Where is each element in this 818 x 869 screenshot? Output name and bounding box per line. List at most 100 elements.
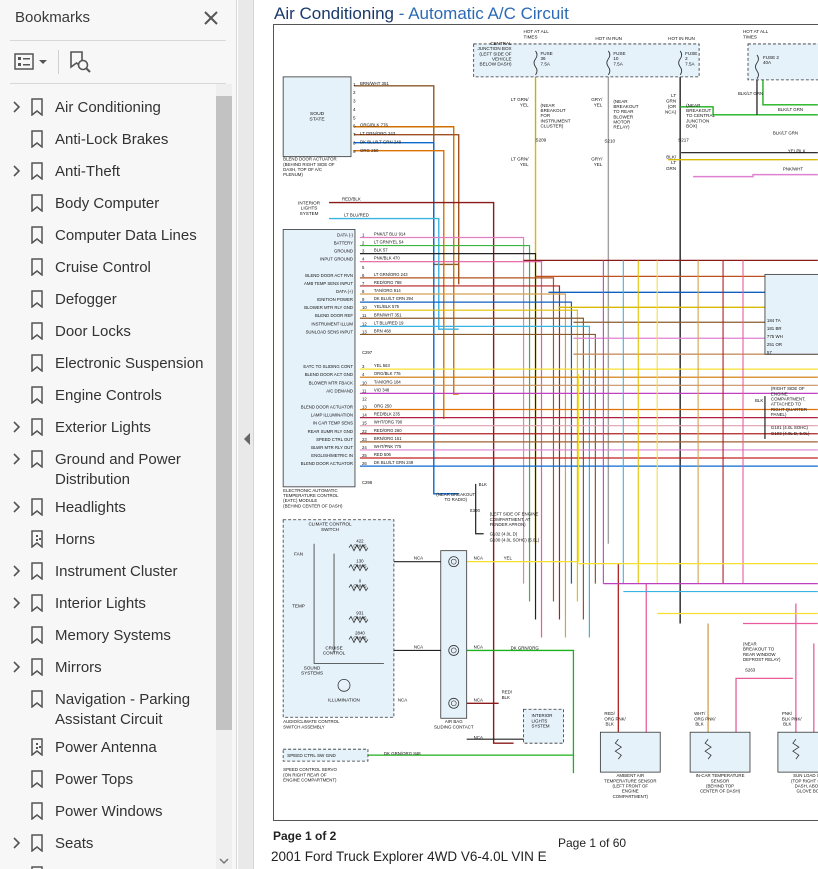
module-caption: SPEED CONTROL SERVO (ON RIGHT REAR OF ENGI…: [283, 767, 337, 782]
chevron-right-icon[interactable]: [9, 420, 23, 434]
bookmark-label: Anti-Lock Brakes: [55, 131, 169, 148]
bookmark-item[interactable]: Memory Systems: [0, 626, 214, 654]
wire-pnk-wht: [693, 173, 818, 178]
wire-label: NCA: [414, 644, 423, 649]
module-caption: AUDIO/CLIMATE CONTROL SWITCH ASSEMBLY: [283, 719, 340, 729]
pin-number: 5: [362, 265, 365, 270]
bookmark-item[interactable]: Horns: [0, 530, 214, 558]
bookmark-label: Cruise Control: [55, 259, 151, 276]
connector-id: C298: [362, 480, 373, 485]
bookmark-icon: [31, 834, 43, 852]
bookmarks-title: Bookmarks: [15, 9, 91, 26]
chevron-right-icon[interactable]: [9, 564, 23, 578]
bookmark-item[interactable]: Air Conditioning: [0, 98, 214, 126]
bookmark-item[interactable]: Mirrors: [0, 658, 214, 686]
bookmark-item[interactable]: Cruise Control: [0, 258, 214, 286]
bookmark-item[interactable]: Exterior Lights: [0, 418, 214, 446]
module-label: AIR BAG SLIDING CONTACT: [434, 719, 474, 729]
wire-label: BLK: [479, 482, 487, 487]
close-icon[interactable]: [201, 8, 221, 28]
eatc-input: EATC TO SLIDING CONT: [303, 364, 353, 369]
bookmark-item[interactable]: Power Tops: [0, 770, 214, 798]
wire-label: PNK/LT BLU 914: [374, 231, 406, 236]
ground-id: G102 (4.0L D): [490, 532, 518, 537]
chevron-right-icon[interactable]: [9, 100, 23, 114]
pin-number: 24: [362, 445, 367, 450]
bookmark-item[interactable]: Engine Controls: [0, 386, 214, 414]
sensor-wire-label: WHT/ORG PNK/ BLK: [694, 711, 716, 726]
bookmark-item[interactable]: Anti-Theft: [0, 162, 214, 190]
bookmark-item[interactable]: Power Windows: [0, 802, 214, 830]
bookmark-item[interactable]: Electronic Suspension: [0, 354, 214, 382]
bookmark-label: Air Conditioning: [55, 99, 161, 116]
bookmark-item[interactable]: Body Computer: [0, 194, 214, 222]
page-number-left: Page 1 of 2: [273, 829, 337, 843]
bookmark-item[interactable]: Instrument Cluster: [0, 562, 214, 590]
pin-number: 15: [362, 421, 367, 426]
splice-id: S217: [678, 138, 689, 143]
bookmark-label: Headlights: [55, 499, 126, 516]
bookmark-item[interactable]: Interior Lights: [0, 594, 214, 622]
scroll-down-icon[interactable]: [216, 853, 232, 869]
chevron-right-icon[interactable]: [9, 164, 23, 178]
chevron-right-icon[interactable]: [9, 452, 23, 466]
scrollbar-thumb[interactable]: [216, 96, 232, 730]
bookmark-item[interactable]: Navigation - Parking Assistant Circuit: [0, 690, 214, 734]
bookmark-icon: [31, 226, 43, 244]
sensor-caption: IN-CAR TEMPERATURE SENSOR (BEHIND TOP CENTE…: [696, 773, 745, 794]
power-label: HOT AT ALL TIMES: [524, 29, 550, 40]
air-bag-sliding-contact: [440, 550, 468, 719]
wire-label: WHT/PNK 775: [374, 444, 402, 449]
pin-number: 7: [362, 281, 365, 286]
wire-label: YEL: [504, 556, 513, 561]
wire-label: ORG/BLK 776: [374, 371, 401, 376]
pin-number: 6: [353, 124, 356, 129]
eatc-input: BLEND DOOR ACT GND: [305, 372, 353, 377]
chevron-right-icon[interactable]: [9, 596, 23, 610]
bookmark-label: Power Antenna: [55, 739, 157, 756]
pin-number: 8: [353, 140, 356, 145]
page-title: Air Conditioning - Automatic A/C Circuit: [274, 4, 569, 24]
bookmark-label: Mirrors: [55, 659, 102, 676]
wire-label: BLK/LT GRN: [778, 107, 803, 112]
pin-number: 1: [362, 232, 365, 237]
bookmark-item[interactable]: Computer Data Lines: [0, 226, 214, 254]
bookmark-item[interactable]: Anti-Lock Brakes: [0, 130, 214, 158]
wire-label: DK GRN/ORG 848: [384, 751, 421, 756]
wire-label: TAN/ORG 184: [374, 379, 401, 384]
bookmark-icon: [31, 770, 43, 788]
chevron-right-icon[interactable]: [9, 660, 23, 674]
pin-number: 8: [362, 289, 365, 294]
document-page: Air Conditioning - Automatic A/C Circuit…: [256, 0, 818, 869]
bookmark-item[interactable]: Ground and Power Distribution: [0, 450, 214, 494]
wire-label: 775 WH: [767, 334, 783, 339]
bookmark-item[interactable]: Headlights: [0, 498, 214, 526]
pin-number: 3: [353, 99, 356, 104]
bookmark-item[interactable]: Defogger: [0, 290, 214, 318]
bookmark-item[interactable]: Power Antenna: [0, 738, 214, 766]
ground-id: G100 (4.0L SOHC) (5.0L): [490, 538, 540, 543]
bookmark-item[interactable]: Door Locks: [0, 322, 214, 350]
wire-label: BLK/LT GRN: [666, 155, 677, 171]
eatc-input: BATTERY: [334, 241, 353, 246]
ground-id: G103 (4.0L D, 5.0L): [771, 431, 810, 436]
splice-note: (NEAR BREAKOUT FOR INSTRUMENT CLUSTER): [541, 103, 571, 129]
wire-lt-grn: [762, 79, 818, 106]
chevron-right-icon[interactable]: [9, 500, 23, 514]
wire-label: BRN/ORG 151: [374, 436, 402, 441]
wire-label: ORG 250: [360, 148, 379, 153]
bookmark-item[interactable]: Seats: [0, 834, 214, 862]
bookmark-icon: [31, 562, 43, 580]
bookmark-label: Door Locks: [55, 323, 131, 340]
find-bookmark-icon[interactable]: [66, 49, 92, 75]
ground-note: (NEAR BREAKOUT TO RADIO): [436, 492, 475, 502]
wire-label: DK BLU/LT GRN 249: [374, 460, 414, 465]
bookmark-icon: [31, 354, 43, 372]
wire-label: DK BLU/LT GRN 294: [374, 296, 414, 301]
chevron-right-icon[interactable]: [9, 836, 23, 850]
options-icon[interactable]: [12, 50, 52, 74]
collapse-panel-icon[interactable]: [243, 433, 251, 445]
wire-label: YEL/BLK 575: [374, 304, 400, 309]
wire-label: RED/BLK: [502, 689, 513, 700]
bookmark-icon: [31, 130, 43, 148]
